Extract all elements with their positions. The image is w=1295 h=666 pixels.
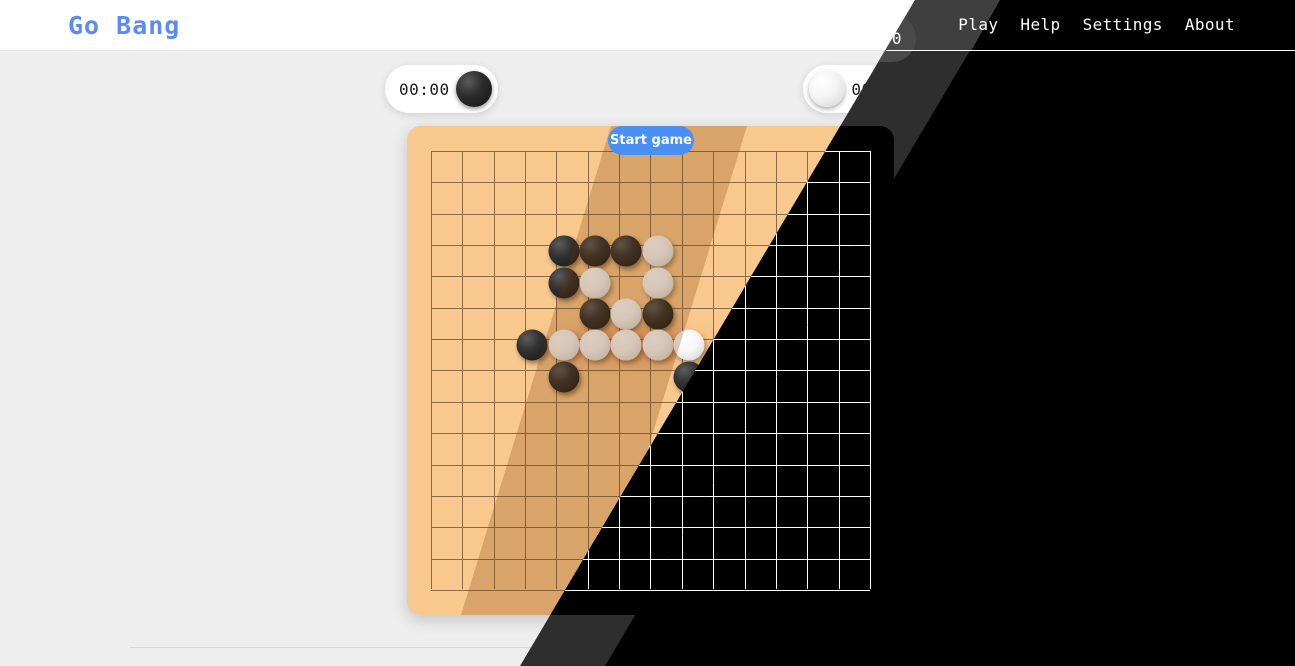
black-timer-value: 00:00 <box>399 80 450 99</box>
white-player-timer: 00:00 <box>803 65 916 113</box>
footer-divider <box>130 647 1171 648</box>
white-stone-icon <box>809 71 845 107</box>
white-stone[interactable] <box>580 330 611 361</box>
white-stone[interactable] <box>611 330 642 361</box>
nav-item-settings-dark[interactable]: Settings <box>1083 15 1163 34</box>
black-stone[interactable] <box>548 267 579 298</box>
black-stone[interactable] <box>517 330 548 361</box>
white-stone[interactable] <box>642 330 673 361</box>
control-bar: 00:00 Start game 00:00 <box>0 51 1295 127</box>
white-stone[interactable] <box>642 236 673 267</box>
white-stone[interactable] <box>580 267 611 298</box>
grid-line-horizontal <box>431 590 870 591</box>
black-stone-icon <box>456 71 492 107</box>
nav-item-about-dark[interactable]: About <box>1185 15 1235 34</box>
grid-line-vertical <box>870 151 871 589</box>
black-stone[interactable] <box>642 299 673 330</box>
gobang-app: Go Bang Play Help Settings About 00:00 S… <box>0 0 1295 666</box>
white-stone[interactable] <box>674 330 705 361</box>
black-stone[interactable] <box>548 361 579 392</box>
nav-item-play-dark[interactable]: Play <box>958 15 998 34</box>
board-stones <box>407 126 846 564</box>
main-nav-dark: Play Help Settings About <box>958 15 1235 34</box>
black-stone[interactable] <box>548 236 579 267</box>
app-logo: Go Bang <box>68 11 180 40</box>
black-stone[interactable] <box>674 361 705 392</box>
white-stone[interactable] <box>548 330 579 361</box>
black-stone[interactable] <box>580 236 611 267</box>
black-stone[interactable] <box>580 299 611 330</box>
white-timer-value: 00:00 <box>851 80 902 99</box>
nav-item-help-dark[interactable]: Help <box>1020 15 1060 34</box>
white-stone[interactable] <box>642 267 673 298</box>
start-game-button[interactable]: Start game <box>608 126 694 155</box>
white-stone[interactable] <box>611 299 642 330</box>
black-stone[interactable] <box>611 236 642 267</box>
game-board[interactable] <box>407 126 894 615</box>
black-player-timer: 00:00 <box>385 65 498 113</box>
